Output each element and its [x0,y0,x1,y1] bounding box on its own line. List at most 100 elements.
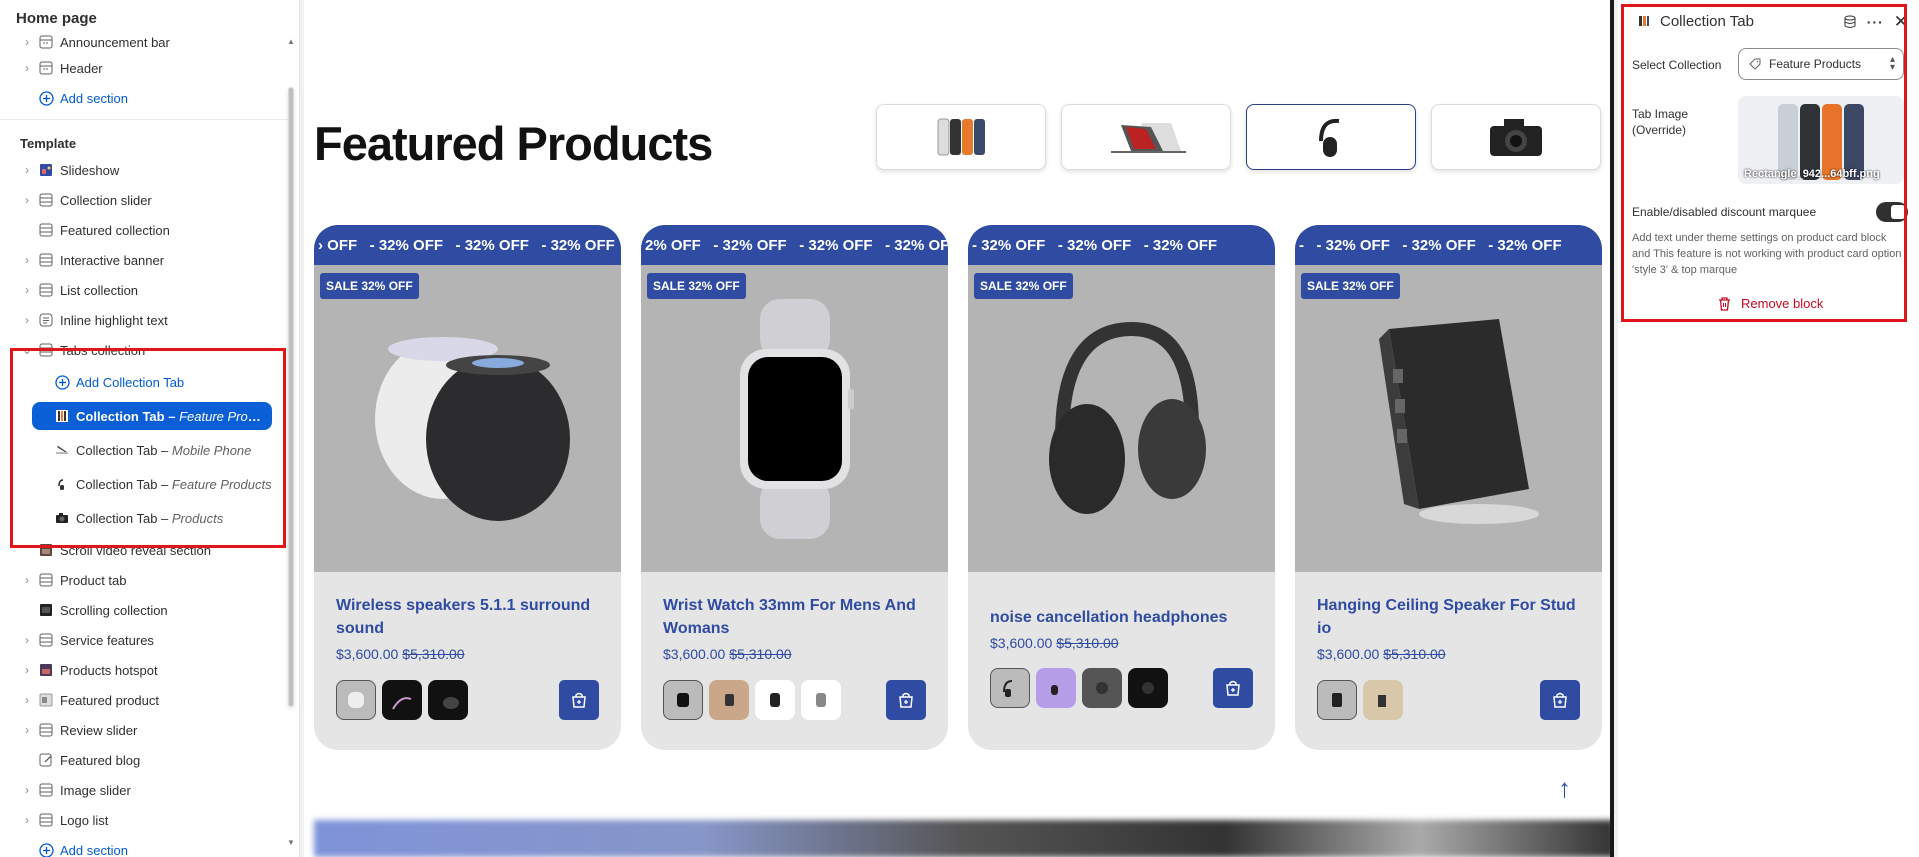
tab-name: Collection Tab [76,476,158,492]
sidebar-item-slideshow[interactable]: › Slideshow [0,155,290,185]
scroll-down-icon[interactable]: ▼ [286,838,296,847]
speaker-image [374,336,570,521]
chevron-right-icon[interactable]: › [22,283,32,297]
phone-thumb-icon [54,408,70,424]
chevron-right-icon[interactable]: › [22,193,32,207]
collection-tab-item-feature-products-2[interactable]: Collection Tab – Feature Products [0,467,290,501]
tab-thumb-laptops[interactable] [1061,104,1231,170]
scroll-to-top-icon[interactable]: ↑ [1558,773,1571,804]
variant-swatches [1317,680,1403,720]
compare-price: $5,310.00 [1383,646,1446,662]
product-image[interactable] [1295,265,1602,572]
sidebar-item-interactive-banner[interactable]: › Interactive banner [0,245,290,275]
product-image[interactable] [641,265,948,572]
chevron-right-icon[interactable]: › [22,633,32,647]
sidebar-scrollbar[interactable]: ▲ ▼ [286,37,296,847]
sidebar-item-inline-highlight-text[interactable]: › Inline highlight text [0,305,290,335]
marquee-item: - 32% OFF [713,236,787,254]
variant-swatch[interactable] [336,680,376,720]
variant-swatch[interactable] [1128,668,1168,708]
collection-tab-item-mobile-phone[interactable]: Collection Tab – Mobile Phone [0,433,290,467]
sidebar-item-review-slider[interactable]: › Review slider [0,715,290,745]
product-card[interactable]: - 32% OFF - 32% OFF - 32% OFF SALE 32% O… [968,225,1275,750]
sidebar-item-header[interactable]: › Header [0,53,290,83]
sidebar-item-logo-list[interactable]: › Logo list [0,805,290,835]
discount-marquee: - - 32% OFF - 32% OFF - 32% OFF [1295,225,1602,265]
add-to-cart-button[interactable] [886,680,926,720]
add-collection-tab-button[interactable]: Add Collection Tab [0,365,290,399]
variant-swatch[interactable] [663,680,703,720]
sidebar-item-featured-product[interactable]: › Featured product [0,685,290,715]
add-to-cart-button[interactable] [1213,668,1253,708]
variant-swatch[interactable] [1317,680,1357,720]
chevron-right-icon[interactable]: › [22,783,32,797]
sidebar-item-products-hotspot[interactable]: › Products hotspot [0,655,290,685]
variant-swatch[interactable] [801,680,841,720]
chevron-right-icon[interactable]: › [22,61,32,75]
chevron-right-icon[interactable]: › [22,163,32,177]
sidebar-item-featured-blog[interactable]: Featured blog [0,745,290,775]
variant-swatch[interactable] [990,668,1030,708]
collection-tab-item-products[interactable]: Collection Tab – Products [0,501,290,535]
chevron-right-icon[interactable]: › [22,723,32,737]
chevron-right-icon[interactable]: › [22,573,32,587]
compare-price: $5,310.00 [1056,635,1119,651]
chevron-right-icon[interactable]: › [22,313,32,327]
product-card[interactable]: - - 32% OFF - 32% OFF - 32% OFF SALE 32%… [1295,225,1602,750]
chevron-right-icon[interactable]: › [22,253,32,267]
headphones-thumb-icon [54,476,70,492]
product-title[interactable]: Wrist Watch 33mm For Mens And Womans [663,594,926,640]
sidebar-item-scroll-video-reveal[interactable]: Scroll video reveal section [0,535,290,565]
sidebar-item-collection-slider[interactable]: › Collection slider [0,185,290,215]
scrollbar-thumb[interactable] [288,87,294,707]
product-title[interactable]: Wireless speakers 5.1.1 surround sound [336,594,599,640]
product-image[interactable] [968,265,1275,572]
product-card[interactable]: › OFF - 32% OFF - 32% OFF - 32% OFF SALE… [314,225,621,750]
product-card[interactable]: 2% OFF - 32% OFF - 32% OFF - 32% OFF SAL… [641,225,948,750]
variant-swatch[interactable] [382,680,422,720]
product-image[interactable] [314,265,621,572]
chevron-right-icon[interactable]: › [22,693,32,707]
add-to-cart-button[interactable] [1540,680,1580,720]
shopping-bag-icon [899,692,913,708]
sidebar-item-scrolling-collection[interactable]: Scrolling collection [0,595,290,625]
tab-thumb-headphones[interactable] [1246,104,1416,170]
collection-tab-item-feature-products[interactable]: Collection Tab – Feature Products [0,399,290,433]
sidebar-item-image-slider[interactable]: › Image slider [0,775,290,805]
add-section-button-bottom[interactable]: Add section [0,835,290,857]
compare-price: $5,310.00 [729,646,792,662]
sidebar-item-tabs-collection[interactable]: ⌄ Tabs collection [0,335,290,365]
add-section-button[interactable]: Add section [0,83,290,113]
tab-thumb-phones[interactable] [876,104,1046,170]
variant-swatch[interactable] [1036,668,1076,708]
variant-swatch[interactable] [1082,668,1122,708]
marquee-item: - 32% OFF [369,236,444,254]
shopping-bag-icon [1553,692,1567,708]
variant-swatch[interactable] [709,680,749,720]
product-info: Hanging Ceiling Speaker For Stud io $3,6… [1295,572,1602,750]
tab-thumb-camera[interactable] [1431,104,1601,170]
product-title[interactable]: noise cancellation headphones [990,606,1253,629]
sidebar-item-service-features[interactable]: › Service features [0,625,290,655]
sidebar-item-announcement-bar[interactable]: › Announcement bar [0,31,290,53]
camera-thumb-icon [54,510,70,526]
add-to-cart-button[interactable] [559,680,599,720]
sidebar-item-list-collection[interactable]: › List collection [0,275,290,305]
variant-swatch[interactable] [428,680,468,720]
variant-swatch[interactable] [1363,680,1403,720]
plus-circle-icon [38,842,54,857]
scroll-up-icon[interactable]: ▲ [286,37,296,46]
blog-icon [38,752,54,768]
variant-swatch[interactable] [755,680,795,720]
chevron-right-icon[interactable]: › [22,663,32,677]
sidebar-item-product-tab[interactable]: › Product tab [0,565,290,595]
chevron-down-icon[interactable]: ⌄ [22,343,32,357]
product-price: $3,600.00 $5,310.00 [1317,646,1580,662]
product-title[interactable]: Hanging Ceiling Speaker For Stud io [1317,594,1580,640]
chevron-right-icon[interactable]: › [22,35,32,49]
shopping-bag-icon [1226,680,1240,696]
sidebar-item-featured-collection[interactable]: Featured collection [0,215,290,245]
section-icon [38,632,54,648]
product-price: $3,600.00 $5,310.00 [990,635,1253,651]
chevron-right-icon[interactable]: › [22,813,32,827]
